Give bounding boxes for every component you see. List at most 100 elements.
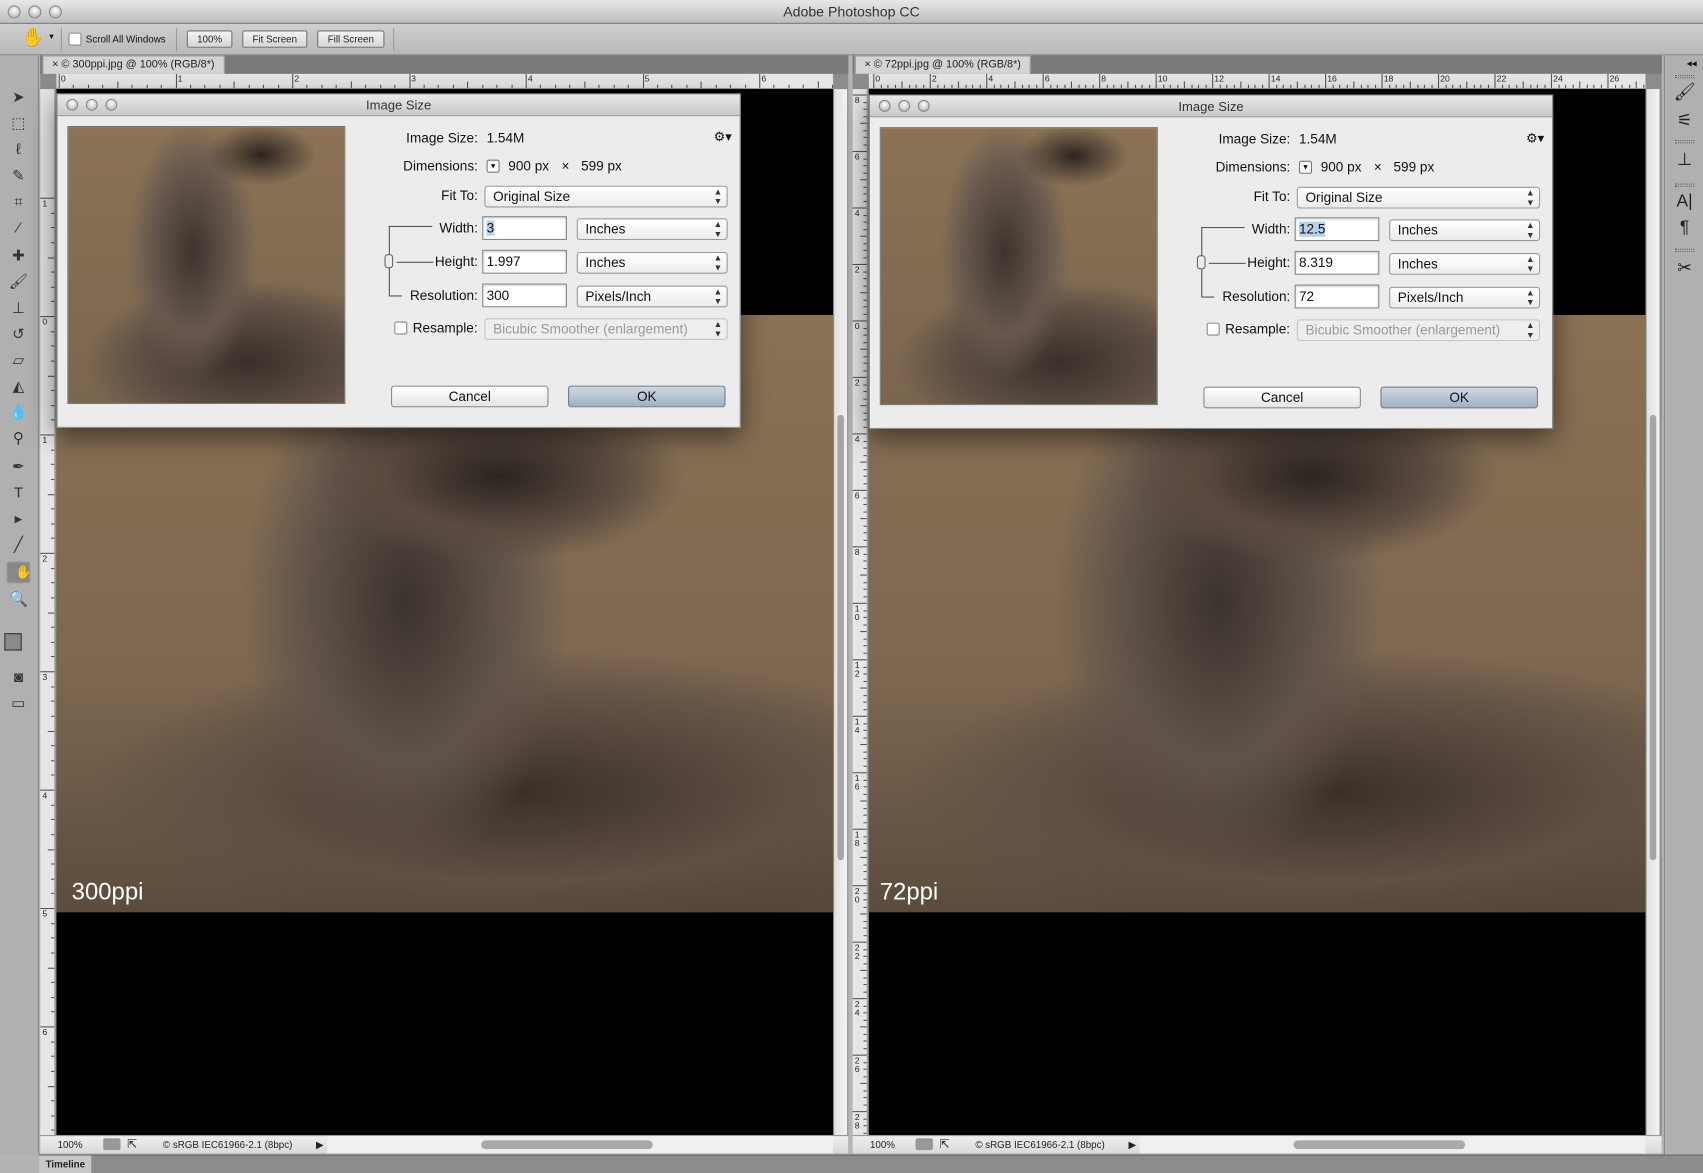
screen-mode-icon[interactable]: ▭ [7,692,31,714]
resample-checkbox[interactable] [394,321,408,335]
close-window-button[interactable] [7,5,21,19]
height-unit-select[interactable]: Inches ▲ ▼ [1389,253,1541,275]
horizontal-scrollbar[interactable] [1139,1136,1646,1154]
share-icon[interactable]: ⇱ [127,1136,137,1153]
ruler-label: 18 [854,829,860,849]
vertical-scrollbar[interactable] [1646,89,1660,1135]
zoom-tool-icon[interactable]: 🔍 [7,588,31,610]
width-input[interactable]: 12.5 [1294,217,1380,242]
scroll-thumb[interactable] [1293,1140,1466,1150]
path-selection-tool-icon[interactable]: ▸ [7,507,31,529]
clone-stamp-tool-icon[interactable]: ⊥ [7,297,31,319]
resolution-unit-select[interactable]: Pixels/Inch ▲ ▼ [1389,286,1541,309]
brush-panel-icon[interactable]: ⚟ [1674,110,1696,132]
dialog-close-button[interactable] [878,99,891,112]
status-menu-arrow-icon[interactable]: ▶ [316,1136,324,1153]
horizontal-ruler[interactable]: 0 2 4 6 8 10 12 14 16 18 20 22 24 26 [868,73,1646,90]
hand-tool-icon[interactable]: ✋ [6,561,32,584]
history-brush-tool-icon[interactable]: ↺ [7,323,31,345]
document-tab[interactable]: × © 72ppi.jpg @ 100% (RGB/8*) [854,55,1031,74]
settings-gear-icon[interactable]: ⚙▾ [1526,130,1544,145]
vertical-ruler[interactable]: 8 6 4 2 0 2 4 6 8 10 12 14 16 18 20 22 24 26 28 [852,89,868,1135]
resample-checkbox[interactable] [1206,322,1220,336]
dialog-minimize-button[interactable] [85,98,98,111]
share-icon[interactable]: ⇱ [939,1136,949,1153]
brush-tool-icon[interactable]: 🖌 [7,270,31,292]
horizontal-ruler[interactable]: 0 1 2 3 4 5 6 [56,73,834,90]
character-panel-icon[interactable]: A| [1674,192,1696,212]
fit-screen-button[interactable]: Fit Screen [242,30,308,48]
eyedropper-tool-icon[interactable]: ⁄ [7,216,31,238]
document-tab[interactable]: × © 300ppi.jpg @ 100% (RGB/8*) [42,55,225,74]
minimize-window-button[interactable] [28,5,42,19]
scroll-thumb[interactable] [481,1140,653,1150]
dialog-zoom-button[interactable] [105,98,118,111]
dimensions-units-dropdown-icon[interactable]: ▼ [486,159,500,173]
height-input[interactable]: 8.319 [1294,250,1380,275]
eraser-tool-icon[interactable]: ▱ [7,349,31,371]
horizontal-scrollbar[interactable] [326,1136,834,1154]
cancel-button[interactable]: Cancel [1203,386,1361,409]
vertical-scrollbar[interactable] [834,89,848,1135]
brush-presets-icon[interactable]: 🖌 [1674,81,1696,103]
image-preview[interactable] [879,127,1158,406]
paint-bucket-tool-icon[interactable]: ◭ [7,375,31,397]
resolution-input[interactable]: 300 [482,283,567,308]
crop-tool-icon[interactable]: ⌗ [7,190,31,212]
vertical-ruler[interactable]: 1 0 1 2 3 4 5 6 [40,89,56,1135]
blur-tool-icon[interactable]: 💧 [7,401,31,423]
scroll-all-windows-checkbox[interactable] [68,32,82,46]
width-unit-select[interactable]: Inches ▲ ▼ [1389,219,1541,242]
cancel-button[interactable]: Cancel [390,385,549,408]
resample-method-select[interactable]: Bicubic Smoother (enlargement) ▲ ▼ [1296,319,1541,342]
settings-gear-icon[interactable]: ⚙▾ [714,129,732,144]
scroll-thumb[interactable] [1649,414,1657,861]
zoom-level[interactable]: 100% [58,1136,83,1153]
dialog-title-bar[interactable]: Image Size [57,94,740,117]
resample-method-select[interactable]: Bicubic Smoother (enlargement) ▲ ▼ [484,318,728,340]
marquee-tool-icon[interactable]: ⬚ [7,112,31,134]
type-tool-icon[interactable]: T [7,481,31,503]
resolution-unit-select[interactable]: Pixels/Inch ▲ ▼ [576,285,728,308]
dialog-zoom-button[interactable] [917,99,930,112]
paragraph-panel-icon[interactable]: ¶ [1674,218,1696,238]
resolution-input[interactable]: 72 [1294,284,1380,309]
tool-preset-dropdown-icon[interactable]: ▼ [48,34,56,42]
quick-mask-icon[interactable]: ◙ [7,666,31,688]
scroll-thumb[interactable] [837,414,844,861]
move-tool-icon[interactable]: ➤ [7,86,31,108]
camera-icon[interactable] [915,1138,933,1151]
dialog-title-bar[interactable]: Image Size [869,95,1553,118]
width-input[interactable]: 3 [482,216,567,241]
quick-selection-tool-icon[interactable]: ✎ [7,164,31,186]
ok-button[interactable]: OK [568,385,726,408]
tool-presets-icon[interactable]: ✂ [1674,257,1696,279]
zoom-100-button[interactable]: 100% [186,30,233,48]
healing-brush-tool-icon[interactable]: ✚ [7,244,31,266]
hand-tool-icon[interactable]: ✋ [22,27,45,49]
zoom-level[interactable]: 100% [870,1136,895,1153]
pen-tool-icon[interactable]: ✒ [7,455,31,477]
timeline-tab[interactable]: Timeline [39,1155,92,1173]
fit-to-select[interactable]: Original Size ▲ ▼ [1296,186,1541,209]
height-unit-select[interactable]: Inches ▲ ▼ [576,251,728,274]
dialog-close-button[interactable] [66,98,79,111]
zoom-window-button[interactable] [48,5,62,19]
status-menu-arrow-icon[interactable]: ▶ [1128,1136,1136,1153]
dodge-tool-icon[interactable]: ⚲ [7,427,31,449]
lasso-tool-icon[interactable]: ℓ [7,138,31,160]
resolution-overlay-label: 72ppi [879,877,939,905]
width-unit-select[interactable]: Inches ▲ ▼ [576,218,728,241]
height-input[interactable]: 1.997 [482,249,567,274]
fill-screen-button[interactable]: Fill Screen [317,30,385,48]
fit-to-select[interactable]: Original Size ▲ ▼ [484,185,728,208]
image-preview[interactable] [67,125,346,405]
foreground-color-swatch[interactable] [4,633,22,651]
camera-icon[interactable] [103,1138,121,1151]
dimensions-units-dropdown-icon[interactable]: ▼ [1298,160,1313,174]
line-tool-icon[interactable]: ╱ [7,533,31,555]
dialog-minimize-button[interactable] [898,99,911,112]
ok-button[interactable]: OK [1380,386,1538,409]
collapse-panels-icon[interactable]: ◂◂ [1687,58,1697,70]
clone-source-icon[interactable]: ⊥ [1674,149,1696,171]
